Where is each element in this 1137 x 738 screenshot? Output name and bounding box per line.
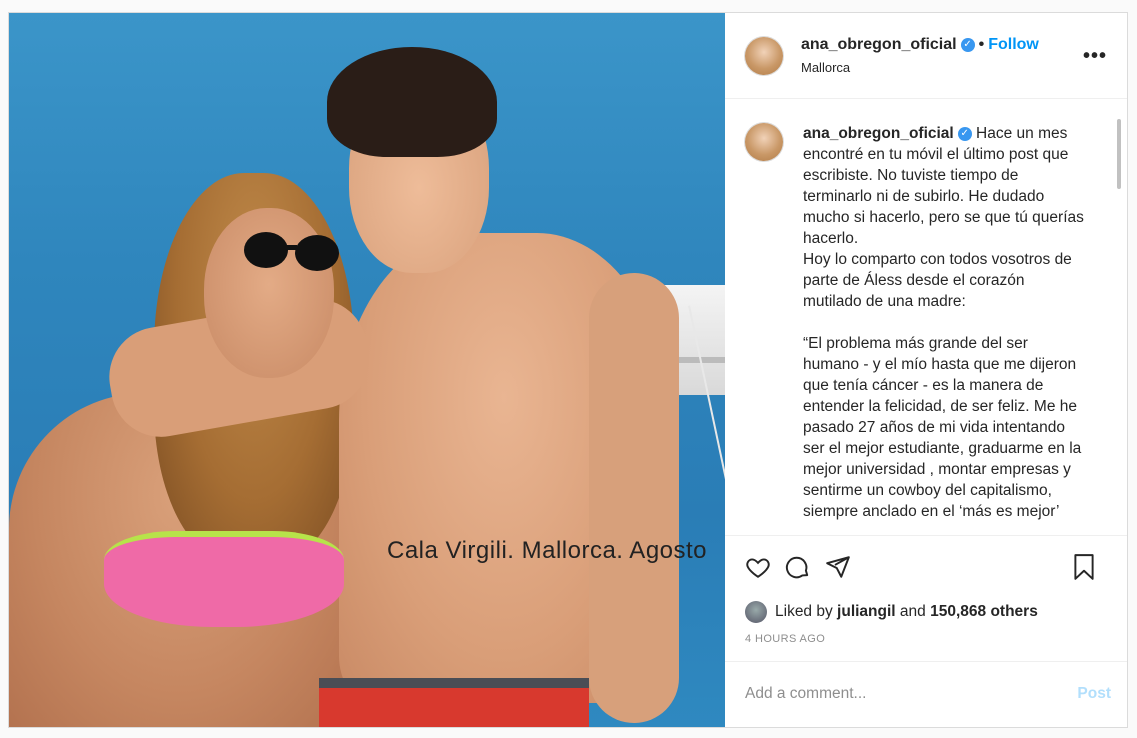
swim-shorts xyxy=(319,678,589,727)
verified-badge-icon: ✓ xyxy=(960,37,975,52)
man-hair xyxy=(327,47,497,157)
verified-badge-icon: ✓ xyxy=(957,127,972,142)
username-link[interactable]: ana_obregon_oficial xyxy=(801,36,957,53)
post-timestamp[interactable]: 4 HOURS AGO xyxy=(725,627,1127,661)
post-comment-button[interactable]: Post xyxy=(1077,685,1111,703)
likes-prefix: Liked by xyxy=(775,603,833,621)
separator-dot: • xyxy=(978,36,985,54)
follow-button[interactable]: Follow xyxy=(988,36,1039,53)
liker-username[interactable]: juliangil xyxy=(837,603,896,621)
post-photo[interactable]: Cala Virgili. Mallorca. Agosto xyxy=(9,13,725,727)
man-arm-right xyxy=(589,273,679,723)
likes-middle: and xyxy=(899,603,926,621)
comment-avatar[interactable] xyxy=(745,123,783,162)
likes-count-link[interactable]: 150,868 others xyxy=(930,603,1038,621)
action-bar xyxy=(725,534,1127,597)
post-sidebar: ana_obregon_oficial ✓ • Follow Mallorca •••… xyxy=(725,13,1127,727)
likes-row: Liked by juliangil and 150,868 others xyxy=(725,597,1127,627)
comment-input[interactable]: Add a comment... xyxy=(745,685,866,703)
avatar[interactable] xyxy=(745,36,783,75)
more-options-icon[interactable]: ••• xyxy=(1083,45,1107,68)
comment-body: Hace un mes encontré en tu móvil el últi… xyxy=(803,125,1084,521)
comment-username[interactable]: ana_obregon_oficial xyxy=(803,125,954,142)
caption-text: ana_obregon_oficial ✓ Hace un mes encontr… xyxy=(803,123,1087,535)
bikini xyxy=(104,531,344,627)
post-header: ana_obregon_oficial ✓ • Follow Mallorca ••• xyxy=(725,13,1127,100)
share-icon[interactable] xyxy=(825,554,851,580)
post-card: Cala Virgili. Mallorca. Agosto ana_obreg… xyxy=(8,12,1128,728)
heart-icon[interactable] xyxy=(745,554,771,580)
photo-caption: Cala Virgili. Mallorca. Agosto xyxy=(387,537,708,564)
comment-icon[interactable] xyxy=(785,554,811,580)
comments-section[interactable]: ana_obregon_oficial ✓ Hace un mes encontr… xyxy=(725,99,1127,535)
add-comment-bar: Add a comment... Post xyxy=(725,660,1127,727)
bookmark-icon[interactable] xyxy=(1071,553,1097,581)
liker-avatar[interactable] xyxy=(745,601,767,624)
sunglasses xyxy=(244,232,339,271)
header-info: ana_obregon_oficial ✓ • Follow Mallorca xyxy=(801,36,1039,75)
location-link[interactable]: Mallorca xyxy=(801,60,1039,75)
scrollbar[interactable] xyxy=(1117,119,1121,190)
